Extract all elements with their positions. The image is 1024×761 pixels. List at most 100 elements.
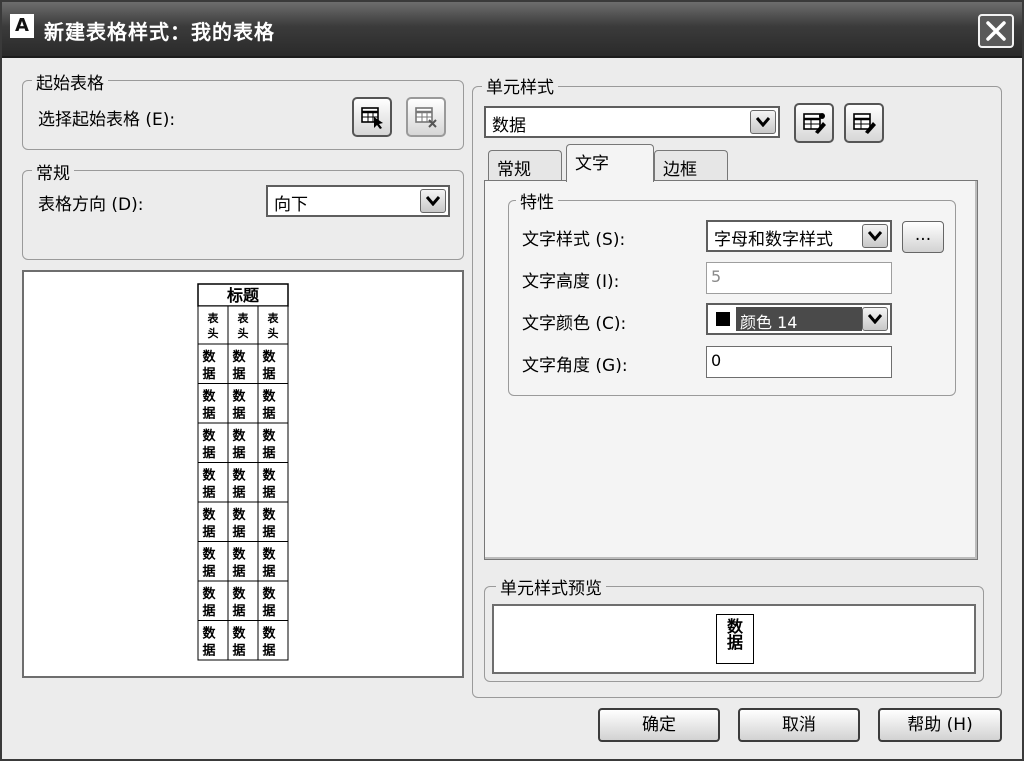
preview-data-char: 据	[202, 445, 215, 461]
cell-style-dropdown[interactable]: 数据	[484, 106, 780, 138]
table-remove-icon	[415, 107, 437, 128]
preview-data-char: 数	[232, 626, 246, 642]
preview-data-char: 据	[202, 643, 215, 659]
tab-border[interactable]: 边框	[654, 150, 728, 182]
text-style-dropdown[interactable]: 字母和数字样式	[706, 220, 892, 252]
preview-data-char: 据	[232, 445, 245, 461]
preview-data-char: 据	[232, 366, 245, 382]
cell-style-preview: 数据	[492, 604, 976, 674]
tab-text[interactable]: 文字	[566, 144, 654, 182]
preview-data-char: 据	[262, 366, 275, 382]
create-cell-style-button[interactable]	[794, 103, 834, 143]
start-table-legend: 起始表格	[32, 69, 108, 94]
tab-general[interactable]: 常规	[488, 150, 562, 182]
preview-data-char: 据	[262, 524, 275, 540]
preview-header-char: 头	[268, 326, 279, 340]
preview-data-char: 数	[202, 468, 216, 484]
dialog-title: 新建表格样式：我的表格	[44, 20, 275, 44]
manage-cell-style-icon	[853, 113, 876, 134]
cell-preview-text: 数据	[726, 617, 743, 652]
preview-title-text: 标题	[226, 286, 260, 305]
text-height-label: 文字高度 (I):	[522, 272, 620, 292]
cell-style-preview-legend: 单元样式预览	[496, 574, 606, 599]
new-table-style-dialog: A 新建表格样式：我的表格 起始表格 选择起始表格 (E): 常规 表格方向 (…	[0, 0, 1024, 761]
chevron-down-icon[interactable]	[862, 307, 888, 331]
cancel-button[interactable]: 取消	[738, 708, 860, 742]
manage-cell-styles-button[interactable]	[844, 103, 884, 143]
preview-data-char: 据	[202, 564, 215, 580]
preview-data-char: 数	[232, 468, 246, 484]
cell-preview-sample: 数据	[716, 614, 754, 664]
preview-data-char: 数	[232, 349, 246, 365]
autocad-app-icon: A	[10, 14, 34, 38]
preview-data-char: 据	[262, 406, 275, 422]
color-swatch	[716, 312, 730, 326]
text-style-browse-button[interactable]: ...	[902, 221, 944, 253]
text-angle-input[interactable]: 0	[706, 346, 892, 378]
preview-data-char: 据	[202, 406, 215, 422]
preview-data-char: 数	[262, 547, 276, 563]
text-style-value: 字母和数字样式	[714, 230, 833, 250]
text-color-dropdown[interactable]: 颜色 14	[706, 303, 892, 335]
preview-data-char: 数	[262, 626, 276, 642]
preview-data-char: 据	[262, 603, 275, 619]
help-button[interactable]: 帮助 (H)	[878, 708, 1002, 742]
preview-header-char: 表	[267, 311, 280, 325]
preview-header-char: 表	[207, 311, 220, 325]
preview-data-char: 数	[232, 507, 246, 523]
preview-data-char: 据	[232, 603, 245, 619]
preview-data-char: 据	[202, 366, 215, 382]
text-angle-label: 文字角度 (G):	[522, 356, 628, 376]
preview-data-char: 数	[232, 586, 246, 602]
preview-header-char: 表	[237, 311, 250, 325]
preview-data-char: 数	[232, 428, 246, 444]
ok-button[interactable]: 确定	[598, 708, 720, 742]
preview-data-char: 数	[202, 626, 216, 642]
cell-style-legend: 单元样式	[482, 73, 558, 98]
preview-data-char: 据	[262, 445, 275, 461]
preview-data-char: 数	[262, 349, 276, 365]
table-style-preview: 标题表头表头表头数据数据数据数据数据数据数据数据数据数据数据数据数据数据数据数据…	[22, 270, 464, 678]
chevron-down-icon[interactable]	[750, 110, 776, 134]
preview-data-char: 数	[202, 507, 216, 523]
title-bar[interactable]: A 新建表格样式：我的表格	[2, 2, 1022, 58]
properties-legend: 特性	[516, 188, 558, 213]
preview-data-char: 数	[262, 389, 276, 405]
remove-start-table-button[interactable]	[406, 97, 446, 137]
new-cell-style-icon	[803, 113, 826, 134]
preview-data-char: 据	[202, 524, 215, 540]
preview-data-char: 数	[262, 468, 276, 484]
preview-data-char: 数	[202, 428, 216, 444]
text-height-value: 5	[711, 267, 722, 286]
preview-data-char: 数	[202, 349, 216, 365]
table-direction-dropdown[interactable]: 向下	[266, 185, 450, 217]
preview-data-char: 据	[232, 406, 245, 422]
preview-data-char: 数	[262, 507, 276, 523]
preview-data-char: 据	[232, 524, 245, 540]
table-preview-graphic: 标题表头表头表头数据数据数据数据数据数据数据数据数据数据数据数据数据数据数据数据…	[197, 283, 289, 661]
chevron-down-icon[interactable]	[420, 189, 446, 213]
cell-style-value: 数据	[492, 116, 526, 136]
table-direction-label: 表格方向 (D):	[38, 195, 144, 215]
text-color-label: 文字颜色 (C):	[522, 314, 627, 334]
preview-header-char: 头	[208, 326, 219, 340]
preview-data-char: 数	[202, 389, 216, 405]
preview-data-char: 据	[232, 643, 245, 659]
preview-data-char: 数	[262, 428, 276, 444]
preview-data-char: 据	[262, 643, 275, 659]
preview-data-char: 数	[202, 547, 216, 563]
text-height-input[interactable]: 5	[706, 262, 892, 294]
preview-header-char: 头	[238, 326, 249, 340]
text-angle-value: 0	[711, 351, 722, 370]
text-color-value: 颜色 14	[736, 307, 862, 332]
preview-data-char: 据	[202, 485, 215, 501]
general-legend: 常规	[32, 159, 74, 184]
chevron-down-icon[interactable]	[862, 224, 888, 248]
preview-data-char: 据	[202, 603, 215, 619]
close-button[interactable]	[978, 14, 1014, 48]
preview-data-char: 数	[262, 586, 276, 602]
preview-data-char: 据	[262, 485, 275, 501]
preview-data-char: 数	[232, 389, 246, 405]
select-start-table-button[interactable]	[352, 97, 392, 137]
close-icon	[986, 21, 1006, 41]
